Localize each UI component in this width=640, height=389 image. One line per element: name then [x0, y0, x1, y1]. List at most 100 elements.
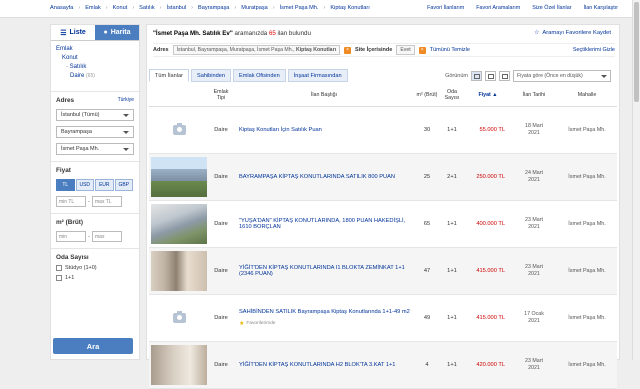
address-filter-chip: İstanbul, Bayrampaşa, Muratpaşa, İsmet P… — [172, 45, 341, 55]
list-tab-label: Liste — [69, 29, 86, 36]
clear-all-link[interactable]: Tümünü Temizle — [430, 47, 470, 53]
breadcrumb-item[interactable]: Anasayfa — [50, 5, 73, 11]
table-row[interactable]: Daire SAHİBİNDEN SATILIK Bayrampaşa Kipta… — [149, 294, 617, 342]
tab-by-builder[interactable]: İnşaat Firmasından — [287, 69, 348, 82]
address-section: Adres Türkiye İstanbul (Tümü) Bayrampaşa … — [51, 91, 139, 155]
tab-by-owner[interactable]: Sahibinden — [190, 69, 231, 82]
breadcrumb-item[interactable]: İsmet Paşa Mh. — [280, 5, 319, 11]
column-rooms[interactable]: Oda Sayısı — [439, 84, 465, 107]
column-date[interactable]: İlan Tarihi — [511, 84, 557, 107]
area-range: min - max — [56, 231, 134, 242]
date-cell: 18 Mart 2021 — [511, 106, 557, 154]
listing-thumbnail[interactable] — [151, 250, 207, 291]
listing-title-link[interactable]: YİĞİT'DEN KİPTAŞ KONUTLARINDA I1 BLOKTA … — [239, 265, 405, 277]
district-select[interactable]: Bayrampaşa — [56, 126, 134, 138]
currency-usd[interactable]: USD — [75, 179, 94, 191]
breadcrumb-separator: › — [105, 5, 108, 11]
tab-by-agency[interactable]: Emlak Ofisinden — [232, 69, 286, 82]
listing-title-link[interactable]: YİĞİT'DEN KİPTAŞ KONUTLARINDA H2 BLOK'TA… — [239, 362, 395, 368]
column-type[interactable]: Emlak Tipi — [209, 84, 233, 107]
neighborhood-cell: İsmet Paşa Mh. — [557, 247, 617, 295]
listing-thumbnail[interactable] — [151, 203, 207, 244]
address-filter-value: İstanbul, Bayrampaşa, Muratpaşa, İsmet P… — [176, 47, 296, 53]
area-min-input[interactable]: min — [56, 231, 86, 242]
rooms-option-studio[interactable]: Stüdyo (1+0) — [56, 265, 134, 271]
list-view-tab[interactable]: ☰ Liste — [51, 25, 95, 40]
price-max-input[interactable]: max TL — [92, 196, 122, 207]
map-pin-icon: ● — [103, 29, 108, 36]
date-year: 2021 — [528, 270, 540, 277]
column-title[interactable]: İlan Başlığı — [233, 84, 415, 107]
listing-title-link[interactable]: SAHİBİNDEN SATILIK Bayrampaşa Kiptaş Kon… — [239, 309, 410, 315]
checkbox[interactable] — [56, 265, 62, 271]
currency-tl[interactable]: TL — [56, 179, 75, 191]
breadcrumb-item[interactable]: Kiptaş Konutları — [330, 5, 370, 11]
hide-selected-link[interactable]: Seçtiklerimi Gizle — [573, 47, 615, 53]
sort-select[interactable]: Fiyata göre (Önce en düşük) — [513, 70, 611, 82]
breadcrumb-item[interactable]: İstanbul — [167, 5, 187, 11]
price-range: min TL - max TL — [56, 196, 134, 207]
results-suffix: ilan bulundu — [275, 30, 311, 37]
address-filter-label: Adres — [153, 47, 169, 53]
country-link[interactable]: Türkiye — [118, 97, 134, 104]
breadcrumb-item[interactable]: Emlak — [85, 5, 101, 11]
camera-icon — [172, 310, 186, 323]
category-emlak[interactable]: Emlak — [56, 45, 134, 54]
list-view-button[interactable] — [471, 71, 482, 81]
rooms-option-1plus1[interactable]: 1+1 — [56, 275, 134, 281]
page-scrollbar[interactable] — [632, 0, 640, 360]
table-row[interactable]: Daire YİĞİT'DEN KİPTAŞ KONUTLARINDA I1 BL… — [149, 247, 617, 295]
thumbnail-cell — [149, 247, 209, 295]
close-icon[interactable]: × — [418, 46, 426, 54]
category-satilik[interactable]: · Satılık — [56, 63, 134, 72]
map-view-tab[interactable]: ● Harita — [95, 25, 139, 40]
compare-listings-link[interactable]: İlan Karşılaştır — [584, 5, 618, 11]
favorite-searches-link[interactable]: Favori Aramalarım — [476, 5, 520, 11]
search-button[interactable]: Ara — [53, 338, 133, 354]
table-view-button[interactable] — [485, 71, 496, 81]
tab-all-listings[interactable]: Tüm İlanlar — [149, 69, 189, 82]
listing-thumbnail[interactable] — [151, 156, 207, 197]
listing-title-link[interactable]: BAYRAMPAŞA KİPTAŞ KONUTLARINDA SATILIK 8… — [239, 174, 395, 180]
close-icon[interactable]: × — [344, 46, 352, 54]
breadcrumb-item[interactable]: Satılık — [139, 5, 155, 11]
view-mode-tabs: ☰ Liste ● Harita — [51, 25, 139, 41]
listing-title-link[interactable]: Kiptaş Konutları İçin Satılık Puan — [239, 127, 322, 133]
listing-thumbnail[interactable] — [151, 344, 207, 385]
breadcrumb-item[interactable]: Muratpaşa — [241, 5, 267, 11]
breadcrumb-item[interactable]: Konut — [113, 5, 128, 11]
title-cell: YİĞİT'DEN KİPTAŞ KONUTLARINDA H2 BLOK'TA… — [233, 341, 415, 389]
price-min-input[interactable]: min TL — [56, 196, 86, 207]
rooms-cell: 1+1 — [439, 200, 465, 248]
column-price[interactable]: Fiyat ▲ — [465, 84, 511, 107]
listing-title-link[interactable]: "YUŞA'DAN" KİPTAŞ KONUTLARINDA, 1800 PUA… — [239, 218, 405, 230]
table-row[interactable]: Daire YİĞİT'DEN KİPTAŞ KONUTLARINDA H2 BL… — [149, 341, 617, 389]
listing-thumbnail[interactable] — [151, 110, 207, 150]
breadcrumb-item[interactable]: Bayrampaşa — [198, 5, 229, 11]
save-search-button[interactable]: ☆ Aramayı Favorilere Kaydet — [534, 30, 611, 36]
site-filter-chip: Evet — [396, 45, 415, 55]
column-hood[interactable]: Mahalle — [557, 84, 617, 107]
area-max-input[interactable]: max — [92, 231, 122, 242]
district-value: Bayrampaşa — [61, 129, 92, 135]
city-select[interactable]: İstanbul (Tümü) — [56, 109, 134, 121]
currency-eur[interactable]: EUR — [95, 179, 114, 191]
special-listings-link[interactable]: Size Özel İlanlar — [532, 5, 571, 11]
table-row[interactable]: Daire "YUŞA'DAN" KİPTAŞ KONUTLARINDA, 180… — [149, 200, 617, 248]
favorite-listings-link[interactable]: Favori İlanlarım — [427, 5, 464, 11]
currency-gbp[interactable]: GBP — [114, 179, 133, 191]
scrollbar-thumb[interactable] — [634, 2, 639, 102]
category-daire[interactable]: Daire (65) — [56, 72, 134, 81]
breadcrumb-separator: › — [191, 5, 194, 11]
table-row[interactable]: Daire BAYRAMPAŞA KİPTAŞ KONUTLARINDA SATI… — [149, 153, 617, 201]
gallery-view-button[interactable] — [499, 71, 510, 81]
checkbox[interactable] — [56, 275, 62, 281]
neighborhood-select[interactable]: İsmet Paşa Mh. — [56, 143, 134, 155]
column-area[interactable]: m² (Brüt) — [415, 84, 439, 107]
category-konut[interactable]: Konut — [56, 54, 134, 63]
camera-icon — [172, 122, 186, 135]
listing-thumbnail[interactable] — [151, 298, 207, 338]
table-row[interactable]: Daire Kiptaş Konutları İçin Satılık Puan 3… — [149, 106, 617, 154]
column-image — [149, 84, 209, 107]
category-tree: Emlak Konut · Satılık Daire (65) — [51, 41, 139, 85]
